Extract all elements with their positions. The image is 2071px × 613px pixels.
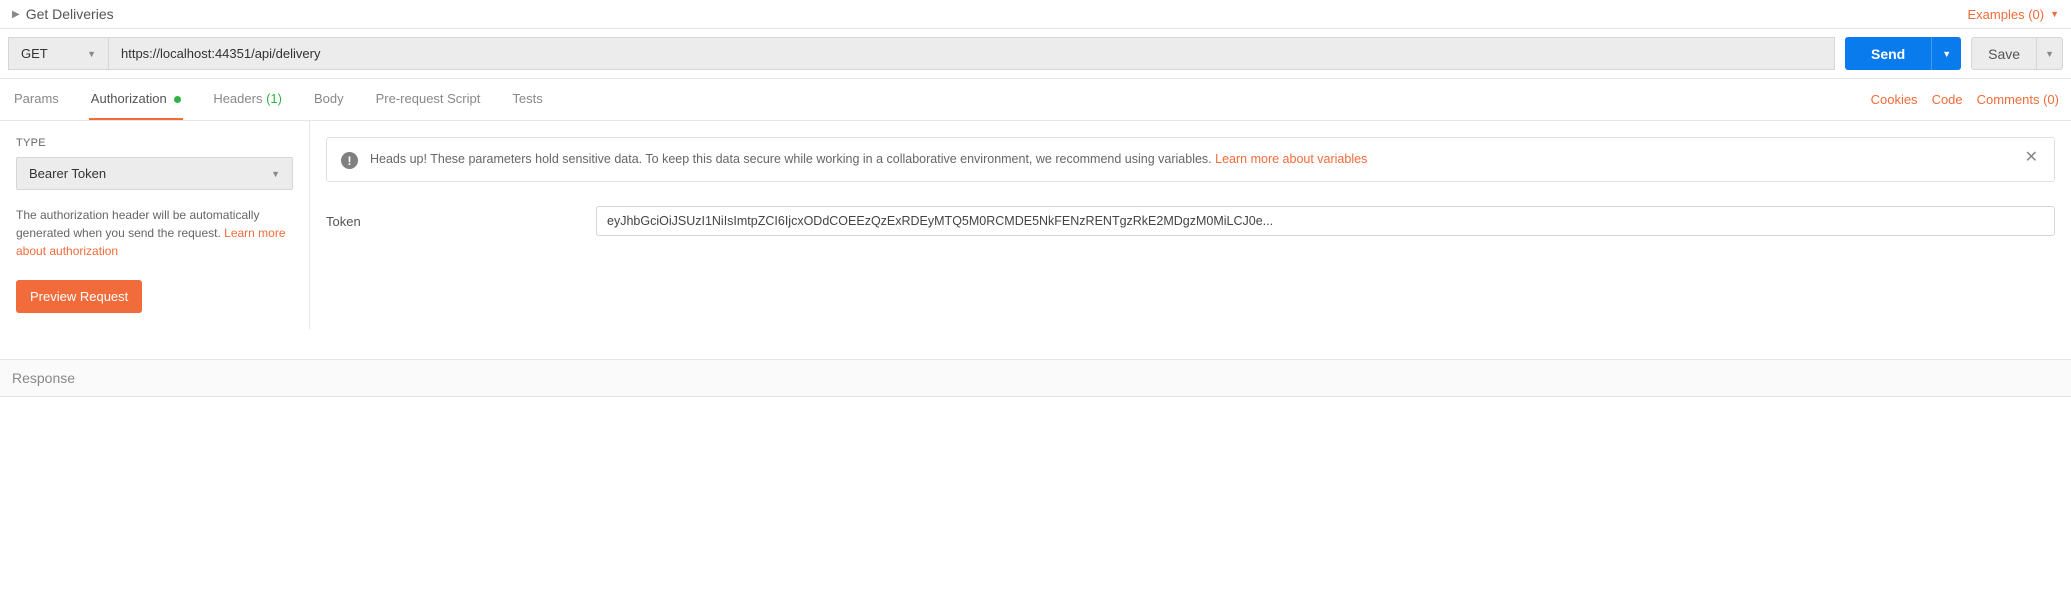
response-label: Response [12,370,75,386]
chevron-down-icon: ▼ [2045,49,2054,59]
tab-authorization-label: Authorization [91,91,167,106]
close-icon[interactable]: ✕ [2023,150,2040,166]
request-name[interactable]: ▶ Get Deliveries [12,6,114,22]
save-button[interactable]: Save [1971,37,2037,70]
auth-type-select[interactable]: Bearer Token ▼ [16,157,293,190]
method-value: GET [21,46,48,61]
chevron-down-icon: ▼ [2050,9,2059,19]
url-input[interactable] [108,37,1835,70]
cookies-link[interactable]: Cookies [1871,92,1918,107]
warning-icon: ! [341,152,358,169]
auth-desc-text: The authorization header will be automat… [16,208,259,240]
token-input[interactable] [596,206,2055,236]
tab-authorization[interactable]: Authorization [89,79,184,120]
preview-request-button[interactable]: Preview Request [16,280,142,313]
token-label: Token [326,214,576,229]
send-button[interactable]: Send [1845,37,1931,70]
chevron-down-icon: ▼ [271,169,280,179]
request-tabs: Params Authorization Headers (1) Body Pr… [12,79,545,120]
tab-params[interactable]: Params [12,79,61,120]
chevron-down-icon: ▼ [87,49,96,59]
type-label: TYPE [16,137,293,149]
learn-more-variables-link[interactable]: Learn more about variables [1215,152,1367,166]
auth-content-pane: ! Heads up! These parameters hold sensit… [310,121,2071,329]
tab-headers[interactable]: Headers (1) [211,79,284,120]
save-dropdown-button[interactable]: ▼ [2037,37,2063,70]
examples-dropdown[interactable]: Examples (0) ▼ [1968,7,2060,22]
comments-link[interactable]: Comments (0) [1977,92,2059,107]
response-section-header[interactable]: Response [0,359,2071,397]
chevron-down-icon: ▼ [1942,49,1951,59]
examples-label: Examples (0) [1968,7,2045,22]
tab-headers-label: Headers [213,91,262,106]
disclosure-icon: ▶ [12,9,20,20]
tab-prerequest[interactable]: Pre-request Script [374,79,483,120]
status-dot-icon [174,96,181,103]
request-name-text: Get Deliveries [26,6,114,22]
tab-headers-count: (1) [266,91,282,106]
method-select[interactable]: GET ▼ [8,37,108,70]
warning-message: Heads up! These parameters hold sensitiv… [370,152,1215,166]
auth-type-pane: TYPE Bearer Token ▼ The authorization he… [0,121,310,329]
code-link[interactable]: Code [1932,92,1963,107]
auth-description: The authorization header will be automat… [16,206,293,260]
tab-body[interactable]: Body [312,79,346,120]
right-links: Cookies Code Comments (0) [1871,92,2059,107]
warning-banner: ! Heads up! These parameters hold sensit… [326,137,2055,182]
warning-text: Heads up! These parameters hold sensitiv… [370,150,2011,169]
auth-type-value: Bearer Token [29,166,106,181]
tab-tests[interactable]: Tests [510,79,544,120]
send-dropdown-button[interactable]: ▼ [1931,37,1961,70]
